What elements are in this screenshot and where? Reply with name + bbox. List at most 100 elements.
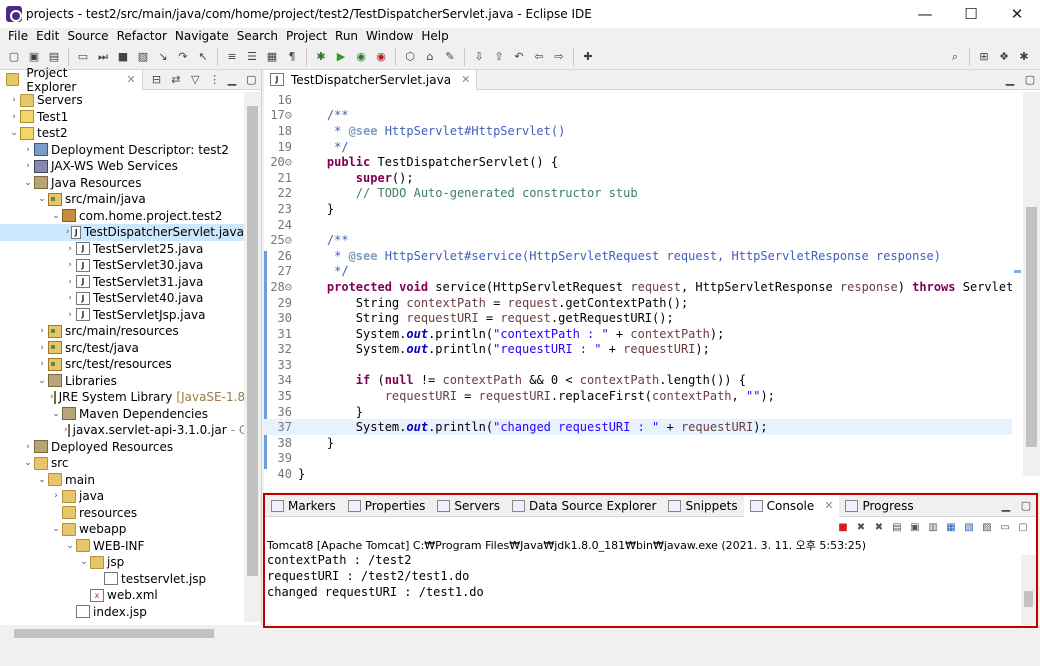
tree-item[interactable]: › JRE System Library [JavaSE-1.8]: [0, 389, 244, 406]
run-icon[interactable]: ▶: [333, 49, 349, 65]
tree-item[interactable]: x web.xml: [0, 587, 244, 604]
tab-data-source-explorer[interactable]: Data Source Explorer: [506, 495, 662, 517]
open-folder-icon[interactable]: ⌂: [422, 49, 438, 65]
menu-run[interactable]: Run: [331, 29, 362, 43]
code-line[interactable]: 16: [264, 92, 1012, 108]
maximize-view-icon[interactable]: ▢: [244, 72, 259, 88]
code-line[interactable]: 31 System.out.println("contextPath : " +…: [264, 326, 1012, 342]
code-area[interactable]: 16 17⊝ /** 18 * @see HttpServlet#HttpServl…: [264, 92, 1012, 492]
chevron-right-icon[interactable]: ›: [64, 227, 71, 237]
chevron-right-icon[interactable]: ›: [8, 112, 20, 122]
tab-properties[interactable]: Properties: [342, 495, 432, 517]
view-menu-icon[interactable]: ⋮: [207, 72, 222, 88]
tree-item[interactable]: › J TestDispatcherServlet.java: [0, 224, 244, 241]
toggle-mark-icon[interactable]: ☰: [244, 49, 260, 65]
open-console-icon[interactable]: ▢: [1016, 520, 1030, 534]
code-line[interactable]: 17⊝ /**: [264, 108, 1012, 124]
chevron-down-icon[interactable]: ⌄: [50, 524, 62, 534]
terminate-icon[interactable]: ■: [836, 520, 850, 534]
code-line[interactable]: 26 * @see HttpServlet#service(HttpServle…: [264, 248, 1012, 264]
chevron-right-icon[interactable]: ›: [64, 244, 76, 254]
menu-search[interactable]: Search: [233, 29, 282, 43]
tab-project-explorer[interactable]: Project Explorer ✕: [0, 66, 143, 94]
block-select-icon[interactable]: ▦: [264, 49, 280, 65]
tab-snippets[interactable]: Snippets: [662, 495, 743, 517]
code-line[interactable]: 34 if (null != contextPath && 0 < contex…: [264, 373, 1012, 389]
code-line[interactable]: 27 */: [264, 264, 1012, 280]
close-button[interactable]: ✕: [994, 0, 1040, 28]
maximize-button[interactable]: ☐: [948, 0, 994, 28]
link-editor-icon[interactable]: ⇄: [168, 72, 183, 88]
chevron-right-icon[interactable]: ›: [8, 95, 20, 105]
code-line[interactable]: 33: [264, 357, 1012, 373]
tree-item[interactable]: ›javax.servlet-api-3.1.0.jar- C:₩: [0, 422, 244, 439]
explorer-horizontal-scrollbar[interactable]: [0, 625, 262, 642]
tree-item[interactable]: ⌄ main: [0, 472, 244, 489]
save-all-icon[interactable]: ▤: [46, 49, 62, 65]
menu-file[interactable]: File: [4, 29, 32, 43]
pin-icon[interactable]: ✚: [580, 49, 596, 65]
code-line[interactable]: 35 requestURI = requestURI.replaceFirst(…: [264, 388, 1012, 404]
chevron-right-icon[interactable]: ›: [36, 359, 48, 369]
last-edit-icon[interactable]: ↶: [511, 49, 527, 65]
menu-project[interactable]: Project: [282, 29, 331, 43]
code-line[interactable]: 28⊝ protected void service(HttpServletRe…: [264, 279, 1012, 295]
code-line[interactable]: 24: [264, 217, 1012, 233]
scrollbar-thumb[interactable]: [247, 106, 258, 576]
close-icon[interactable]: ✕: [461, 73, 470, 86]
tree-item[interactable]: › java: [0, 488, 244, 505]
tree-item[interactable]: ⌄ src/main/java: [0, 191, 244, 208]
tree-item[interactable]: › J TestServletJsp.java: [0, 307, 244, 324]
chevron-right-icon[interactable]: ›: [22, 161, 34, 171]
search-icon[interactable]: ⌕: [947, 49, 963, 65]
chevron-right-icon[interactable]: ›: [22, 145, 34, 155]
scrollbar-thumb[interactable]: [1024, 591, 1033, 607]
stop-icon[interactable]: ■: [115, 49, 131, 65]
code-line[interactable]: 19 */: [264, 139, 1012, 155]
tree-item[interactable]: › Deployed Resources: [0, 439, 244, 456]
save-icon[interactable]: ▣: [26, 49, 42, 65]
console-output[interactable]: contextPath : /test2 requestURI : /test2/…: [265, 553, 1036, 601]
chevron-right-icon[interactable]: ›: [64, 310, 76, 320]
new-icon[interactable]: ▢: [6, 49, 22, 65]
tab-servers[interactable]: Servers: [431, 495, 506, 517]
tree-item[interactable]: ⌄ WEB-INF: [0, 538, 244, 555]
scrollbar-thumb[interactable]: [1026, 207, 1037, 447]
open-type-icon[interactable]: ⬡: [402, 49, 418, 65]
minimize-view-icon[interactable]: ▁: [224, 72, 239, 88]
chevron-right-icon[interactable]: ›: [64, 260, 76, 270]
tree-item[interactable]: testservlet.jsp: [0, 571, 244, 588]
code-line[interactable]: 30 String requestURI = request.getReques…: [264, 310, 1012, 326]
step-into-icon[interactable]: ↘: [155, 49, 171, 65]
external-tools-icon[interactable]: ◉: [373, 49, 389, 65]
menu-refactor[interactable]: Refactor: [113, 29, 171, 43]
tree-item[interactable]: ⌄ com.home.project.test2: [0, 208, 244, 225]
terminal-icon[interactable]: ▭: [75, 49, 91, 65]
tree-item[interactable]: › src/test/resources: [0, 356, 244, 373]
tree-item[interactable]: › src/main/resources: [0, 323, 244, 340]
tree-item[interactable]: ⌄ Java Resources: [0, 175, 244, 192]
overview-ruler[interactable]: [1012, 92, 1023, 476]
next-annotation-icon[interactable]: ⇩: [471, 49, 487, 65]
close-icon[interactable]: ✕: [127, 73, 136, 86]
show-whitespace-icon[interactable]: ¶: [284, 49, 300, 65]
debug-icon[interactable]: ✱: [313, 49, 329, 65]
coverage-icon[interactable]: ◉: [353, 49, 369, 65]
tree-item[interactable]: › Servers: [0, 92, 244, 109]
code-line[interactable]: 39: [264, 451, 1012, 467]
tab-console[interactable]: Console ✕: [743, 494, 840, 517]
clear-console-icon[interactable]: ▤: [890, 520, 904, 534]
maximize-view-icon[interactable]: ▢: [1018, 498, 1034, 514]
chevron-right-icon[interactable]: ›: [36, 326, 48, 336]
menu-source[interactable]: Source: [63, 29, 112, 43]
tree-item[interactable]: index.jsp: [0, 604, 244, 621]
forward-icon[interactable]: ⇨: [551, 49, 567, 65]
tab-progress[interactable]: Progress: [839, 495, 919, 517]
step-return-icon[interactable]: ↖: [195, 49, 211, 65]
tree-item[interactable]: › J TestServlet25.java: [0, 241, 244, 258]
java-ee-perspective-icon[interactable]: ❖: [996, 49, 1012, 65]
tree-item[interactable]: ⌄ Maven Dependencies: [0, 406, 244, 423]
prev-annotation-icon[interactable]: ⇧: [491, 49, 507, 65]
tree-item[interactable]: › src/test/java: [0, 340, 244, 357]
chevron-right-icon[interactable]: ›: [22, 442, 34, 452]
